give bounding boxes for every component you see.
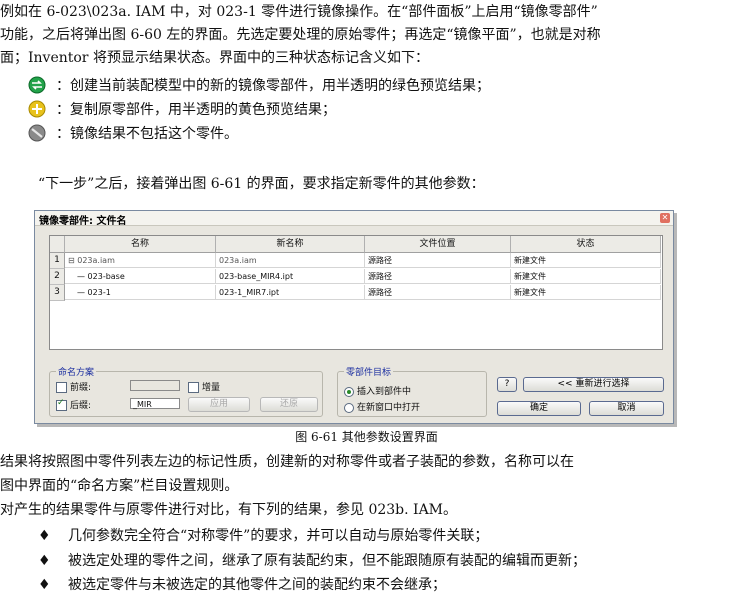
legend-text: ：镜像结果不包括这个零件。 [56,126,238,142]
diamond-bullet-icon: ♦ [38,528,51,544]
component-destination-legend: 零部件目标 [344,365,394,378]
bullet-item: ♦ 被选定处理的零件之间，继承了原有装配约束，但不能跟随原有装配的编辑而更新； [38,551,586,571]
legend-item-reuse: ：复制原零部件，用半透明的黄色预览结果； [28,98,336,120]
help-icon: ? [504,379,510,389]
increment-option[interactable]: 增量 [188,380,220,393]
suffix-checkbox[interactable] [56,398,67,411]
revert-button[interactable]: 还原 [260,397,318,412]
open-new-window-radio[interactable] [344,402,354,413]
mirror-green-icon [28,76,46,94]
row-number: 3 [50,285,65,301]
bullet-item: ♦ 被选定零件与未被选定的其他零件之间的装配约束不会继承； [38,575,446,595]
column-header-name[interactable]: 名称 [65,236,216,253]
row-number: 2 [50,269,65,285]
diamond-bullet-icon: ♦ [38,553,51,569]
file-name-grid: 名称 新名称 文件位置 状态 1 ⊟ 023a.iam 023a.iam 源路径… [49,235,663,350]
bullet-text: 被选定零件与未被选定的其他零件之间的装配约束不会继承； [68,577,446,593]
cell-name[interactable]: — 023-1 [65,285,216,300]
diamond-bullet-icon: ♦ [38,577,51,593]
cell-new-name[interactable]: 023a.iam [216,253,365,268]
body-para-1-line-2: 图中界面的“命名方案”栏目设置规则。 [0,478,239,494]
cell-status[interactable]: 新建文件 [511,253,661,268]
exclude-gray-icon [28,124,46,142]
legend-text: ：复制原零部件，用半透明的黄色预览结果； [56,102,336,118]
intro-line-1: 例如在 6-023\023a. IAM 中，对 023-1 零件进行镜像操作。在… [0,4,598,20]
cell-location[interactable]: 源路径 [365,253,511,268]
bullet-text: 被选定处理的零件之间，继承了原有装配约束，但不能跟随原有装配的编辑而更新； [68,553,586,569]
increment-label: 增量 [202,383,221,393]
dialog-titlebar: 镜像零部件: 文件名 ✕ [35,211,673,227]
legend-text: ：创建当前装配模型中的新的镜像零部件，用半透明的绿色预览结果； [56,78,490,94]
bullet-text: 几何参数完全符合“对称零件”的要求，并可以自动与原始零件关联； [68,528,489,544]
close-icon[interactable]: ✕ [660,213,670,223]
cell-location[interactable]: 源路径 [365,269,511,284]
increment-checkbox[interactable] [188,382,199,393]
figure-caption: 图 6-61 其他参数设置界面 [295,430,438,444]
intro-line-3: 面；Inventor 将预显示结果状态。界面中的三种状态标记含义如下： [0,50,429,66]
insert-in-assembly-radio[interactable] [344,386,354,397]
insert-in-assembly-option[interactable]: 插入到部件中 [344,384,411,397]
legend-item-mirror: ：创建当前装配模型中的新的镜像零部件，用半透明的绿色预览结果； [28,74,490,96]
cell-new-name[interactable]: 023-base_MIR4.ipt [216,269,365,284]
prefix-field[interactable] [130,380,180,391]
grid-corner [50,236,65,253]
prefix-label: 前缀: [70,383,92,393]
ok-button[interactable]: 确定 [497,401,581,416]
insert-in-assembly-label: 插入到部件中 [357,387,412,397]
open-new-window-option[interactable]: 在新窗口中打开 [344,400,420,413]
legend-item-exclude: ：镜像结果不包括这个零件。 [28,122,238,144]
cancel-button[interactable]: 取消 [589,401,664,416]
column-header-new-name[interactable]: 新名称 [216,236,365,253]
intro-line-2: 功能，之后将弹出图 6-60 左的界面。先选定要处理的原始零件；再选定“镜像平面… [0,27,601,43]
reuse-yellow-icon [28,100,46,118]
component-destination-group: 零部件目标 插入到部件中 在新窗口中打开 [337,365,487,417]
cell-name[interactable]: — 023-base [65,269,216,284]
cell-location[interactable]: 源路径 [365,285,511,300]
suffix-label: 后缀: [70,401,92,411]
prefix-option[interactable]: 前缀: [56,380,91,393]
suffix-field[interactable]: _MIR [130,398,180,409]
column-header-status[interactable]: 状态 [511,236,661,253]
open-new-window-label: 在新窗口中打开 [357,403,421,413]
reselect-button[interactable]: << 重新进行选择 [523,377,664,392]
row-number: 1 [50,253,65,269]
next-step-text: “下一步”之后，接着弹出图 6-61 的界面，要求指定新零件的其他参数： [38,176,485,192]
cell-name[interactable]: ⊟ 023a.iam [65,253,216,268]
mirror-components-dialog: 镜像零部件: 文件名 ✕ 名称 新名称 文件位置 状态 1 ⊟ 023a.iam… [34,210,674,424]
prefix-checkbox[interactable] [56,382,67,393]
column-header-location[interactable]: 文件位置 [365,236,511,253]
cell-status[interactable]: 新建文件 [511,269,661,284]
apply-button[interactable]: 应用 [188,397,250,412]
help-button[interactable]: ? [497,377,517,392]
naming-scheme-group: 命名方案 前缀: 增量 后缀: _MIR 应用 还原 [49,365,323,417]
body-para-2: 对产生的结果零件与原零件进行对比，有下列的结果，参见 023b. IAM。 [0,502,458,518]
cell-status[interactable]: 新建文件 [511,285,661,300]
bullet-item: ♦ 几何参数完全符合“对称零件”的要求，并可以自动与原始零件关联； [38,526,488,546]
dialog-title: 镜像零部件: 文件名 [39,216,127,227]
naming-scheme-legend: 命名方案 [56,365,97,378]
suffix-option[interactable]: 后缀: [56,398,91,411]
body-para-1-line-1: 结果将按照图中零件列表左边的标记性质，创建新的对称零件或者子装配的参数，名称可以… [0,454,574,470]
cell-new-name[interactable]: 023-1_MIR7.ipt [216,285,365,300]
